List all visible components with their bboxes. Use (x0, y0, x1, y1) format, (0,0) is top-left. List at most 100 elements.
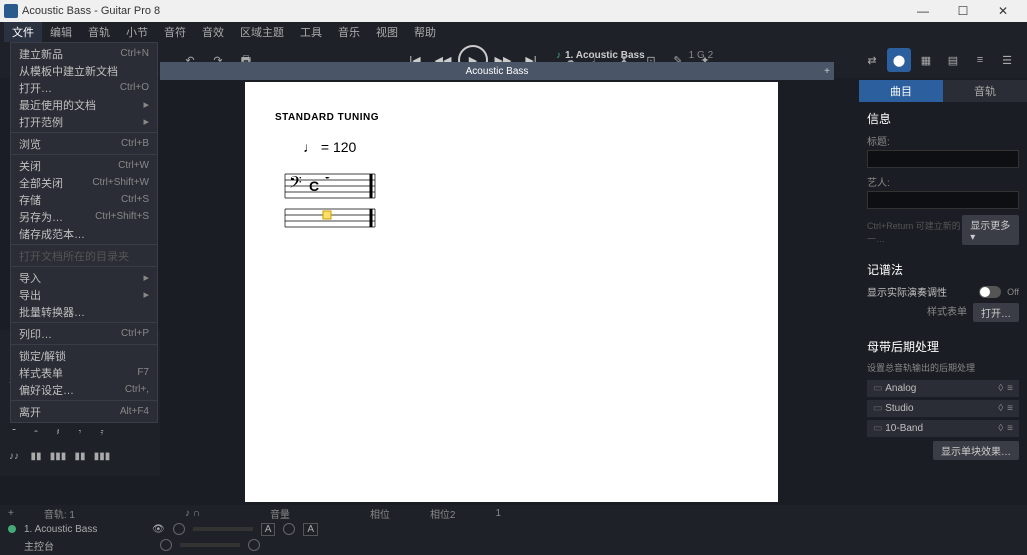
score-page[interactable]: STANDARD TUNING ♩ = 120 𝄢 C 𝄻 (245, 82, 778, 502)
marker-a-button[interactable]: A (261, 523, 276, 536)
menu-effects[interactable]: 音效 (194, 22, 232, 42)
menu-save-as[interactable]: 另存为…Ctrl+Shift+S (11, 208, 157, 225)
palette-dynamics-bars4-icon[interactable]: ▮▮▮ (94, 448, 110, 464)
info-section-title: 信息 (867, 110, 1019, 127)
panel-drums-button[interactable]: ▤ (941, 48, 965, 72)
menu-view[interactable]: 视图 (368, 22, 406, 42)
tab-song[interactable]: 曲目 (859, 80, 943, 102)
stylesheet-open-button[interactable]: 打开… (973, 303, 1019, 322)
palette-dynamics-bars3-icon[interactable]: ▮▮ (72, 448, 88, 464)
marker-b-button[interactable]: A (303, 523, 318, 536)
svg-text:C: C (309, 178, 319, 194)
staff-svg: 𝄢 C 𝄻 (275, 169, 385, 229)
menubar: 文件 编辑 音轨 小节 音符 音效 区域主题 工具 音乐 视图 帮助 (0, 22, 1027, 42)
pan-knob[interactable] (283, 523, 295, 535)
menu-sound[interactable]: 音乐 (330, 22, 368, 42)
notation-toggle-switch[interactable] (979, 286, 1001, 298)
window-title: Acoustic Bass - Guitar Pro 8 (22, 5, 903, 17)
notation-toggle-state: Off (1007, 287, 1019, 297)
visibility-icon[interactable]: 👁 (152, 524, 165, 535)
toolbar-panels-group: ⇄ ⬤ ▦ ▤ ≡ ☰ (860, 48, 1019, 72)
window-titlebar: Acoustic Bass - Guitar Pro 8 — ☐ ✕ (0, 0, 1027, 22)
volume-header: 音量 (270, 506, 290, 521)
menu-browse[interactable]: 浏览Ctrl+B (11, 135, 157, 152)
svg-text:𝄢: 𝄢 (289, 174, 302, 196)
show-pedals-button[interactable]: 显示单块效果… (933, 441, 1019, 460)
menu-tools[interactable]: 工具 (292, 22, 330, 42)
tab-track[interactable]: 音轨 (943, 80, 1027, 102)
add-track-plus[interactable]: + (8, 508, 14, 519)
menu-note[interactable]: 音符 (156, 22, 194, 42)
menu-exit[interactable]: 离开Alt+F4 (11, 403, 157, 420)
palette-quarter-rest-icon[interactable]: 𝄽 (50, 424, 66, 440)
maximize-button[interactable]: ☐ (943, 0, 983, 22)
palette-dynamics-pp-icon[interactable]: ♪♪ (6, 448, 22, 464)
menu-new[interactable]: 建立新品Ctrl+N (11, 45, 157, 62)
menu-close-all[interactable]: 全部关闭Ctrl+Shift+W (11, 174, 157, 191)
title-input[interactable] (867, 150, 1019, 168)
pan2-header: 相位2 (430, 506, 456, 521)
menu-open-sample[interactable]: 打开范例▸ (11, 113, 157, 130)
track-num-header: 1 (496, 508, 502, 519)
track-count-label: 音轨: 1 (44, 506, 75, 521)
app-icon (4, 4, 18, 18)
minimize-button[interactable]: — (903, 0, 943, 22)
pan-header: 相位 (370, 506, 390, 521)
menu-import[interactable]: 导入▸ (11, 269, 157, 286)
menu-bar[interactable]: 小节 (118, 22, 156, 42)
master-volume-slider[interactable] (180, 543, 240, 547)
menu-preferences[interactable]: 偏好设定…Ctrl+, (11, 381, 157, 398)
menu-section[interactable]: 区域主题 (232, 22, 292, 42)
artist-input[interactable] (867, 191, 1019, 209)
palette-16th-rest-icon[interactable]: 𝄿 (94, 424, 110, 440)
menu-edit[interactable]: 编辑 (42, 22, 80, 42)
close-button[interactable]: ✕ (983, 0, 1023, 22)
menu-recent[interactable]: 最近使用的文档▸ (11, 96, 157, 113)
fx-row-10band[interactable]: ▭ 10-Band◊≡ (867, 420, 1019, 437)
palette-whole-rest-icon[interactable]: 𝄻 (6, 424, 22, 440)
track-header-strip[interactable]: Acoustic Bass + (160, 62, 834, 80)
mixer-master-row[interactable]: 主控台 (8, 537, 1019, 553)
mastering-section-title: 母带后期处理 (867, 338, 1019, 355)
track-header-title: Acoustic Bass (466, 66, 529, 77)
panel-mixer-button[interactable]: ≡ (968, 48, 992, 72)
menu-help[interactable]: 帮助 (406, 22, 444, 42)
panel-1-button[interactable]: ⇄ (860, 48, 884, 72)
staff-notation[interactable]: 𝄢 C 𝄻 (275, 169, 748, 229)
file-menu-dropdown: 建立新品Ctrl+N 从模板中建立新文档 打开…Ctrl+O 最近使用的文档▸ … (10, 42, 158, 423)
master-pan-knob[interactable] (248, 539, 260, 551)
panel-keyboard-button[interactable]: ▦ (914, 48, 938, 72)
fx-row-studio[interactable]: ▭ Studio◊≡ (867, 400, 1019, 417)
tuning-label: STANDARD TUNING (275, 112, 748, 123)
mixer-track-row-1[interactable]: 1. Acoustic Bass 👁 A A (8, 521, 1019, 537)
volume-knob[interactable] (173, 523, 185, 535)
menu-print[interactable]: 列印…Ctrl+P (11, 325, 157, 342)
palette-dynamics-bars1-icon[interactable]: ▮▮ (28, 448, 44, 464)
artist-field-label: 艺人: (867, 174, 1019, 189)
menu-stylesheet[interactable]: 样式表单F7 (11, 364, 157, 381)
palette-half-rest-icon[interactable]: 𝄼 (28, 424, 44, 440)
add-track-button[interactable]: + (824, 66, 830, 77)
menu-save-template[interactable]: 储存成范本… (11, 225, 157, 242)
menu-file[interactable]: 文件 (4, 22, 42, 42)
panel-fretboard-button[interactable]: ⬤ (887, 48, 911, 72)
fx-row-analog[interactable]: ▭ Analog◊≡ (867, 380, 1019, 397)
master-volume-knob[interactable] (160, 539, 172, 551)
menu-save[interactable]: 存储Ctrl+S (11, 191, 157, 208)
panel-inspector-button[interactable]: ☰ (995, 48, 1019, 72)
volume-slider[interactable] (193, 527, 253, 531)
menu-batch-convert[interactable]: 批量转换器… (11, 303, 157, 320)
palette-eighth-rest-icon[interactable]: 𝄾 (72, 424, 88, 440)
show-more-button[interactable]: 显示更多 ▾ (962, 215, 1019, 245)
mixer-bar: + 音轨: 1 ♪ ∩ 音量 相位 相位2 1 1. Acoustic Bass… (0, 505, 1027, 555)
menu-track[interactable]: 音轨 (80, 22, 118, 42)
title-field-label: 标题: (867, 133, 1019, 148)
menu-lock[interactable]: 锁定/解锁 (11, 347, 157, 364)
menu-close[interactable]: 关闭Ctrl+W (11, 157, 157, 174)
menu-export[interactable]: 导出▸ (11, 286, 157, 303)
palette-dynamics-bars2-icon[interactable]: ▮▮▮ (50, 448, 66, 464)
menu-new-from-template[interactable]: 从模板中建立新文档 (11, 62, 157, 79)
menu-open[interactable]: 打开…Ctrl+O (11, 79, 157, 96)
mixer-master-name: 主控台 (24, 538, 144, 553)
menu-open-folder: 打开文档所在的目录夹 (11, 247, 157, 264)
